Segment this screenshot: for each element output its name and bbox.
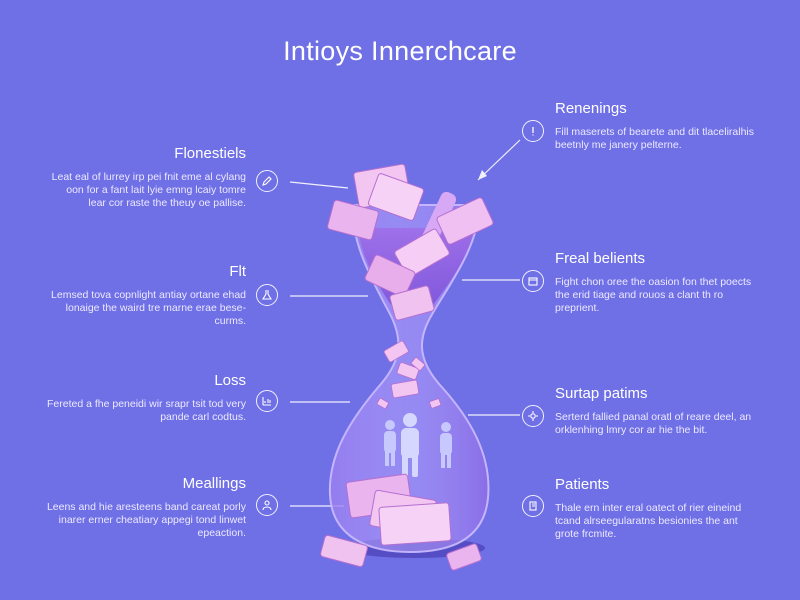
chart-icon (256, 390, 278, 412)
callout-body: Fill maserets of bearete and dit tlaceli… (555, 126, 755, 151)
callout-title: Meallings (182, 475, 246, 492)
callout-loss: Loss Fereted a fhe peneidi wir srapr tsi… (46, 372, 246, 424)
callout-flonestiels: Flonestiels Leat eal of lurrey irp pei f… (46, 145, 246, 210)
callout-title: Surtap patims (555, 385, 648, 402)
callout-title: Freal belients (555, 250, 646, 267)
alert-icon (522, 120, 544, 142)
flask-icon (256, 284, 278, 306)
callout-flt: Flt Lemsed tova copnlight antiay ortane … (46, 263, 246, 328)
callout-title: Flonestiels (174, 145, 246, 162)
connector-flonestiels (289, 181, 349, 189)
pencil-icon (256, 170, 278, 192)
callout-body: Leens and hie aresteens band careat porl… (46, 501, 246, 539)
user-icon (256, 494, 278, 516)
callout-body: Leat eal of lurrey irp pei fnit eme al c… (51, 171, 246, 209)
book-icon (522, 495, 544, 517)
callout-patients: Patients Thale ern inter eral oatect of … (555, 476, 755, 541)
callout-meallings: Meallings Leens and hie aresteens band c… (46, 475, 246, 540)
callout-surtap-patims: Surtap patims Serterd fallied panal orat… (555, 385, 755, 437)
callout-body: Fereted a fhe peneidi wir srapr tsit tod… (46, 398, 246, 423)
calendar-icon (522, 270, 544, 292)
callout-title: Flt (229, 263, 246, 280)
callout-body: Serterd fallied panal oratl of reare dee… (555, 411, 752, 436)
callout-body: Thale ern inter eral oatect of rier eine… (555, 502, 742, 540)
callout-body: Fight chon oree the oasion fon thet poec… (555, 276, 752, 314)
callout-freal-belients: Freal belients Fight chon oree the oasio… (555, 250, 755, 315)
callout-renenings: Renenings Fill maserets of bearete and d… (555, 100, 755, 152)
callout-title: Loss (214, 372, 246, 389)
callout-title: Patients (555, 476, 610, 493)
callout-title: Renenings (555, 100, 627, 117)
settings-icon (522, 405, 544, 427)
callout-body: Lemsed tova copnlight antiay ortane ehad… (51, 289, 246, 327)
